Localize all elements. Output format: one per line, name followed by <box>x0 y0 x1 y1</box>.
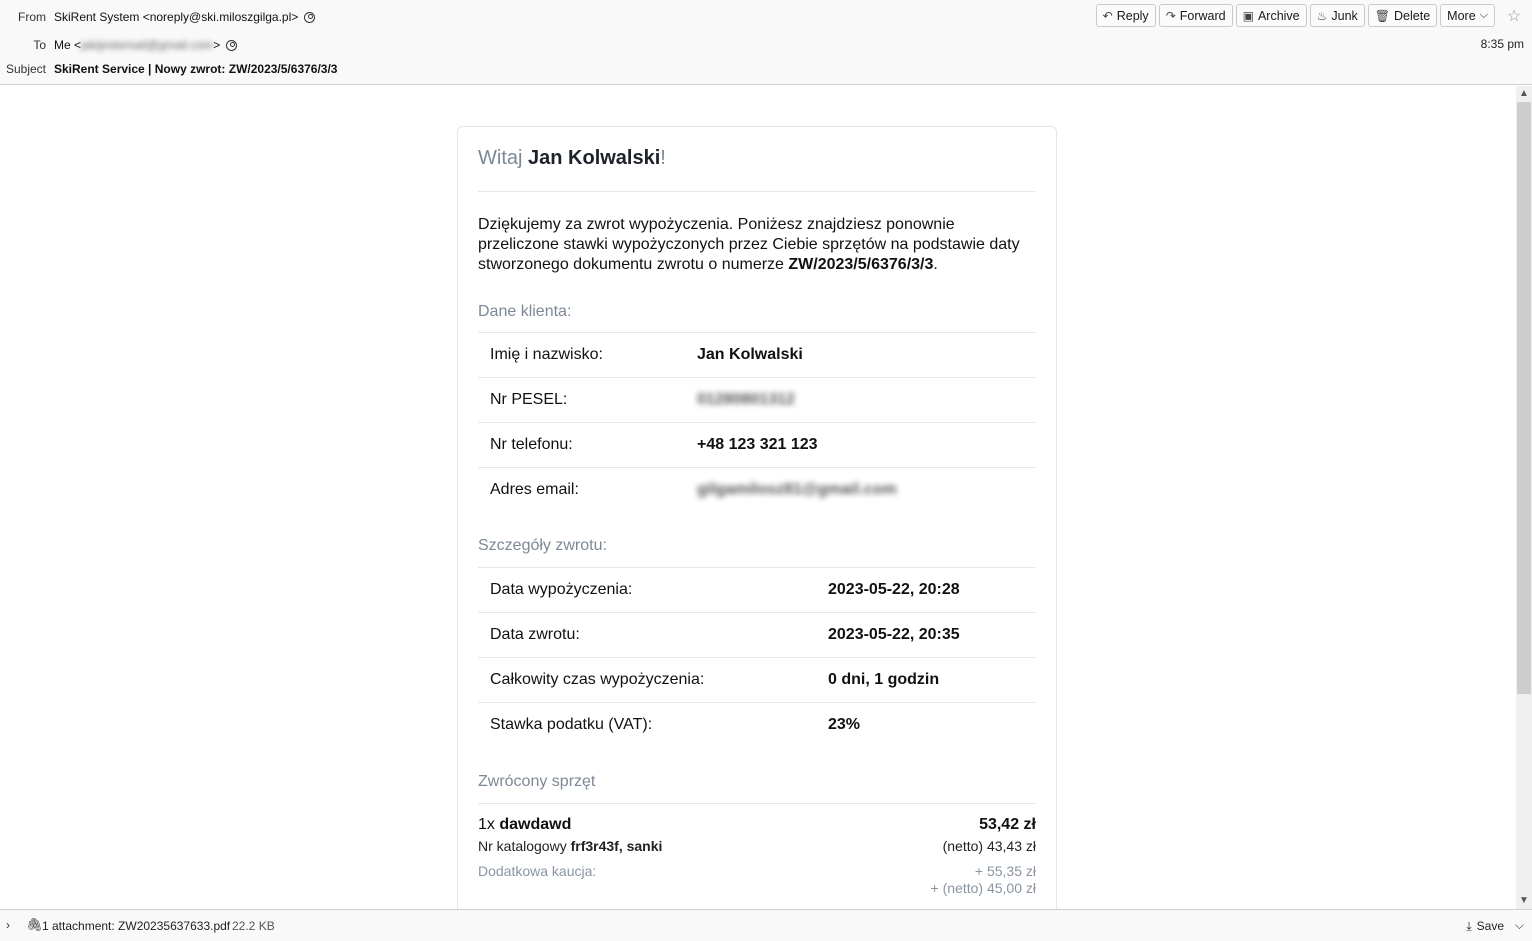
return-row: Całkowity czas wypożyczenia: 0 dni, 1 go… <box>478 657 1036 702</box>
return-section-title: Szczegóły zwrotu: <box>478 537 607 554</box>
client-row-label: Imię i nazwisko: <box>490 346 603 363</box>
item-title: dawdawd <box>499 816 572 833</box>
item-qty: 1x <box>478 816 495 833</box>
forward-icon: ↷ <box>1165 8 1176 23</box>
intro-paragraph: Dziękujemy za zwrot wypożyczenia. Poniże… <box>478 215 1036 275</box>
reply-icon: ↶ <box>1102 8 1113 23</box>
from-value[interactable]: SkiRent System <noreply@ski.miloszgilga.… <box>54 10 298 24</box>
reply-label: Reply <box>1116 8 1149 23</box>
deposit-gross: + 55,35 zł <box>974 863 1036 879</box>
return-row-label: Data zwrotu: <box>490 626 580 643</box>
divider <box>478 803 1036 804</box>
return-row-value: 0 dni, 1 godzin <box>828 671 940 688</box>
delete-icon: 🗑 <box>1374 8 1391 23</box>
return-row-label: Data wypożyczenia: <box>490 581 633 598</box>
return-row-value: 2023-05-22, 20:35 <box>828 626 960 643</box>
more-label: More <box>1447 8 1476 23</box>
delete-button[interactable]: 🗑 Delete <box>1367 4 1438 27</box>
intro-end: . <box>933 256 938 273</box>
to-suffix: > <box>213 38 221 52</box>
greeting: Witaj Jan Kolwalski! <box>478 147 666 170</box>
equipment-section-title: Zwrócony sprzęt <box>478 773 596 790</box>
greeting-suffix: ! <box>660 147 666 169</box>
to-value[interactable]: Me <jakijestemail@gmail.com> <box>54 38 220 52</box>
reply-button[interactable]: ↶ Reply <box>1095 4 1156 27</box>
contact-icon[interactable] <box>304 11 316 23</box>
from-label: From <box>18 10 46 24</box>
chevron-down-icon[interactable]: ⌵ <box>1515 918 1524 933</box>
return-row: Stawka podatku (VAT): 23% <box>478 702 1036 747</box>
scroll-up-icon[interactable]: ▲ <box>1516 86 1532 102</box>
item-catalog-value: frf3r43f, sanki <box>570 838 663 854</box>
vertical-scrollbar[interactable]: ▲ ▼ <box>1516 86 1532 909</box>
deposit-net: + (netto) 45,00 zł <box>930 880 1036 896</box>
contact-icon[interactable] <box>226 39 238 51</box>
junk-label: Junk <box>1331 8 1358 23</box>
subject-row: Subject SkiRent Service | Nowy zwrot: ZW… <box>0 62 338 76</box>
more-button[interactable]: More ⌵ <box>1440 4 1495 27</box>
return-row-label: Całkowity czas wypożyczenia: <box>490 671 705 688</box>
archive-icon: ▣ <box>1242 8 1254 23</box>
message-body[interactable]: Witaj Jan Kolwalski! Dziękujemy za zwrot… <box>0 86 1516 909</box>
archive-label: Archive <box>1257 8 1300 23</box>
junk-button[interactable]: ♨ Junk <box>1309 4 1365 27</box>
client-row-label: Adres email: <box>490 481 579 498</box>
paperclip-icon: 🖇 <box>26 917 43 932</box>
return-row-label: Stawka podatku (VAT): <box>490 716 653 733</box>
item-catalog: Nr katalogowy frf3r43f, sanki <box>478 838 662 854</box>
client-row-label: Nr telefonu: <box>490 436 573 453</box>
forward-label: Forward <box>1179 8 1226 23</box>
to-label: To <box>33 38 46 52</box>
return-row-value: 2023-05-22, 20:28 <box>828 581 960 598</box>
client-row-label: Nr PESEL: <box>490 391 568 408</box>
intro-doc-number: ZW/2023/5/6376/3/3 <box>788 256 934 273</box>
client-section-title: Dane klienta: <box>478 303 572 320</box>
client-row-value: gilgamilosz81@gmail.com <box>697 481 897 498</box>
client-row: Adres email: gilgamilosz81@gmail.com <box>478 467 1036 512</box>
delete-label: Delete <box>1394 8 1431 23</box>
intro-text: Dziękujemy za zwrot wypożyczenia. Poniże… <box>478 216 1020 273</box>
scrollbar-thumb[interactable] <box>1517 102 1531 694</box>
junk-icon: ♨ <box>1316 8 1328 23</box>
client-row: Nr PESEL: 01280801312 <box>478 377 1036 422</box>
chevron-right-icon[interactable]: › <box>6 918 10 932</box>
client-row-value: +48 123 321 123 <box>697 436 818 453</box>
subject-label: Subject <box>5 62 46 76</box>
chevron-down-icon: ⌵ <box>1479 9 1488 21</box>
email-card: Witaj Jan Kolwalski! Dziękujemy za zwrot… <box>457 126 1057 909</box>
star-icon[interactable]: ☆ <box>1504 6 1524 26</box>
save-button[interactable]: ⤓ Save <box>1466 919 1504 934</box>
subject-value: SkiRent Service | Nowy zwrot: ZW/2023/5/… <box>54 62 338 76</box>
message-toolbar: ↶ Reply ↷ Forward ▣ Archive ♨ Junk 🗑 Delete M… <box>1095 4 1524 27</box>
attachment-bar: › 🖇 1 attachment: ZW20235637633.pdf 22.2… <box>0 909 1532 941</box>
forward-button[interactable]: ↷ Forward <box>1158 4 1233 27</box>
scroll-down-icon[interactable]: ▼ <box>1516 893 1532 909</box>
return-row: Data wypożyczenia: 2023-05-22, 20:28 <box>478 567 1036 612</box>
download-icon: ⤓ <box>1466 919 1472 933</box>
message-time: 8:35 pm <box>1480 37 1524 51</box>
deposit-label: Dodatkowa kaucja: <box>478 863 597 879</box>
client-row-value: Jan Kolwalski <box>697 346 803 363</box>
to-prefix: Me < <box>54 38 82 52</box>
item-price: 53,42 zł <box>979 816 1036 833</box>
attachment-size: 22.2 KB <box>232 919 275 933</box>
return-row-value: 23% <box>828 716 861 733</box>
item-name: 1x dawdawd <box>478 816 571 834</box>
greeting-prefix: Witaj <box>478 147 523 169</box>
attachment-name[interactable]: 1 attachment: ZW20235637633.pdf <box>42 919 230 933</box>
client-row: Nr telefonu: +48 123 321 123 <box>478 422 1036 467</box>
item-net-price: (netto) 43,43 zł <box>942 838 1036 854</box>
client-row: Imię i nazwisko: Jan Kolwalski <box>478 332 1036 377</box>
greeting-name: Jan Kolwalski <box>528 147 661 169</box>
divider <box>478 191 1036 192</box>
item-catalog-label: Nr katalogowy <box>478 838 567 854</box>
to-email: jakijestemail@gmail.com <box>81 38 214 52</box>
client-row-value: 01280801312 <box>697 391 795 408</box>
return-row: Data zwrotu: 2023-05-22, 20:35 <box>478 612 1036 657</box>
from-row: From SkiRent System <noreply@ski.miloszg… <box>0 10 316 24</box>
to-row: To Me <jakijestemail@gmail.com> <box>0 38 238 52</box>
message-header: From SkiRent System <noreply@ski.miloszg… <box>0 0 1532 85</box>
save-label: Save <box>1476 919 1504 933</box>
archive-button[interactable]: ▣ Archive <box>1235 4 1307 27</box>
